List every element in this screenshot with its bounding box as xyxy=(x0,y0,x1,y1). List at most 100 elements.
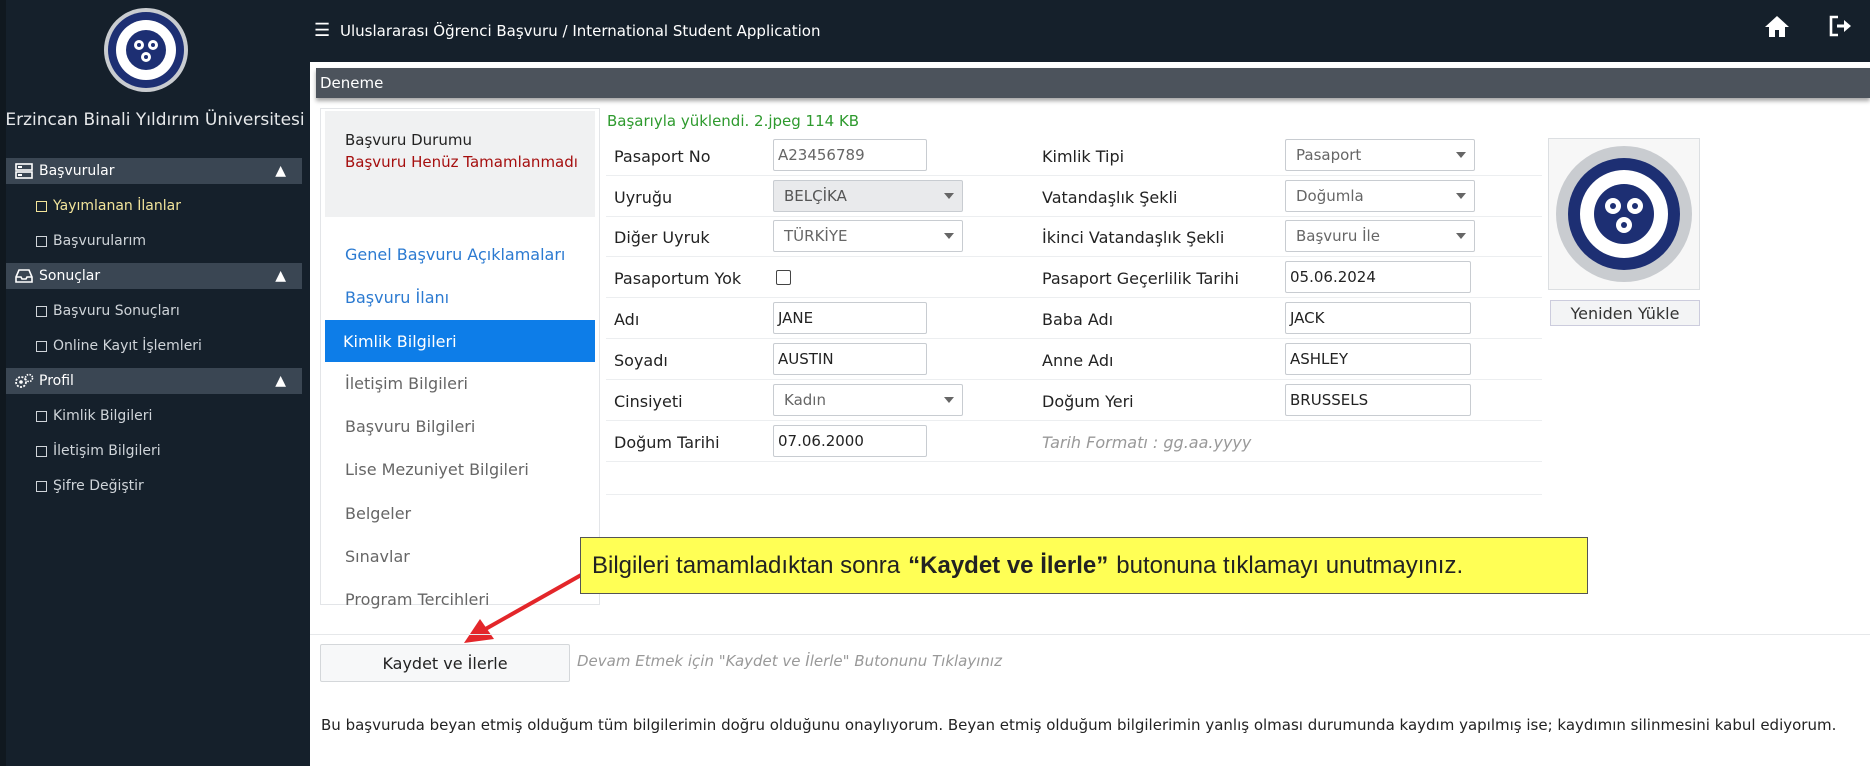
step-genel-basvuru-aciklamalari[interactable]: Genel Başvuru Açıklamaları xyxy=(325,233,595,275)
field-label: Pasaport No xyxy=(614,147,711,166)
sidebar-item-label: Online Kayıt İşlemleri xyxy=(53,338,202,354)
field-label: Anne Adı xyxy=(1042,351,1114,370)
form-row: Diğer Uyruk TÜRKİYE İkinci Vatandaşlık Ş… xyxy=(606,216,1542,257)
gender-select[interactable]: Kadın xyxy=(773,384,963,416)
section-header: Deneme xyxy=(316,68,1870,98)
square-icon xyxy=(36,445,47,457)
form-row: Uyruğu BELÇİKA Vatandaşlık Şekli Doğumla xyxy=(606,176,1542,217)
logout-icon[interactable] xyxy=(1828,14,1854,43)
citizenship-type-select[interactable]: Doğumla xyxy=(1285,180,1475,212)
sidebar-section-label: Profil xyxy=(39,373,74,389)
sidebar-item-label: İletişim Bilgileri xyxy=(53,443,161,459)
sidebar-section-sonuclar[interactable]: Sonuçlar ▲ xyxy=(6,263,302,289)
sidebar: Erzincan Binali Yıldırım Üniversitesi Ba… xyxy=(0,0,310,766)
field-label: Baba Adı xyxy=(1042,310,1114,329)
sidebar-section-label: Sonuçlar xyxy=(39,268,101,284)
application-steps-nav: Başvuru Durumu Başvuru Henüz Tamamlanmad… xyxy=(320,108,600,609)
sidebar-section-label: Başvurular xyxy=(39,163,115,179)
seal-icon xyxy=(108,12,184,88)
sidebar-item-basvuru-sonuclari[interactable]: Başvuru Sonuçları xyxy=(6,298,302,324)
other-nationality-select[interactable]: TÜRKİYE xyxy=(773,220,963,252)
no-passport-checkbox[interactable] xyxy=(776,270,791,285)
step-belgeler[interactable]: Belgeler xyxy=(325,492,595,534)
field-label: Uyruğu xyxy=(614,188,673,207)
square-icon xyxy=(36,200,47,212)
mother-name-input[interactable]: ASHLEY xyxy=(1285,343,1471,375)
step-iletisim-bilgileri[interactable]: İletişim Bilgileri xyxy=(325,362,595,404)
arrow-icon xyxy=(464,568,591,643)
square-icon xyxy=(36,305,47,317)
caret-down-icon xyxy=(944,397,954,403)
university-logo[interactable] xyxy=(104,8,188,92)
home-icon[interactable] xyxy=(1764,14,1790,43)
nationality-select[interactable]: BELÇİKA xyxy=(773,180,963,212)
application-status: Başvuru Durumu Başvuru Henüz Tamamlanmad… xyxy=(325,111,595,217)
callout-bold-text: “Kaydet ve İlerle” xyxy=(908,551,1109,579)
form-row: Pasaport No A23456789 Kimlik Tipi Pasapo… xyxy=(606,135,1542,176)
field-label: Vatandaşlık Şekli xyxy=(1042,188,1178,207)
sidebar-item-online-kayit[interactable]: Online Kayıt İşlemleri xyxy=(6,333,302,359)
passport-number-input[interactable]: A23456789 xyxy=(773,139,927,171)
seal-icon xyxy=(1556,146,1692,282)
select-value: Kadın xyxy=(784,391,826,409)
form-row: Doğum Tarihi 07.06.2000 Tarih Formatı : … xyxy=(606,421,1542,462)
sidebar-item-label: Yayımlanan İlanlar xyxy=(53,198,181,214)
profile-photo[interactable] xyxy=(1548,138,1700,290)
form-row: Soyadı AUSTIN Anne Adı ASHLEY xyxy=(606,339,1542,380)
status-label: Başvuru Durumu xyxy=(345,131,472,149)
birth-place-input[interactable]: BRUSSELS xyxy=(1285,384,1471,416)
father-name-input[interactable]: JACK xyxy=(1285,302,1471,334)
form-row-empty xyxy=(606,462,1542,495)
sidebar-item-label: Başvurularım xyxy=(53,233,147,249)
chevron-up-icon[interactable]: ▲ xyxy=(275,373,286,389)
sidebar-item-iletisim-bilgileri[interactable]: İletişim Bilgileri xyxy=(6,438,302,464)
square-icon xyxy=(36,235,47,247)
select-value: TÜRKİYE xyxy=(784,227,848,245)
caret-down-icon xyxy=(1456,193,1466,199)
caret-down-icon xyxy=(944,193,954,199)
sidebar-menu: Başvurular ▲ Yayımlanan İlanlar Başvurul… xyxy=(6,158,302,508)
topbar: ☰ Uluslararası Öğrenci Başvuru / Interna… xyxy=(310,0,1870,62)
field-label: Doğum Yeri xyxy=(1042,392,1134,411)
sidebar-item-kimlik-bilgileri[interactable]: Kimlik Bilgileri xyxy=(6,403,302,429)
chevron-up-icon[interactable]: ▲ xyxy=(275,268,286,284)
field-label: İkinci Vatandaşlık Şekli xyxy=(1042,228,1225,247)
declaration-text: Bu başvuruda beyan etmiş olduğum tüm bil… xyxy=(321,716,1837,734)
field-label: Doğum Tarihi xyxy=(614,433,720,452)
first-name-input[interactable]: JANE xyxy=(773,302,927,334)
reupload-photo-button[interactable]: Yeniden Yükle xyxy=(1550,300,1700,326)
square-icon xyxy=(36,410,47,422)
last-name-input[interactable]: AUSTIN xyxy=(773,343,927,375)
sidebar-section-basvurular[interactable]: Başvurular ▲ xyxy=(6,158,302,184)
form-row: Pasaportum Yok Pasaport Geçerlilik Tarih… xyxy=(606,257,1542,298)
chevron-up-icon[interactable]: ▲ xyxy=(275,163,286,179)
second-citizenship-type-select[interactable]: Başvuru İle xyxy=(1285,220,1475,252)
step-basvuru-bilgileri[interactable]: Başvuru Bilgileri xyxy=(325,405,595,447)
brand-name: Erzincan Binali Yıldırım Üniversitesi xyxy=(5,110,305,130)
select-value: Doğumla xyxy=(1296,187,1364,205)
step-lise-mezuniyet-bilgileri[interactable]: Lise Mezuniyet Bilgileri xyxy=(325,448,595,490)
passport-expiry-input[interactable]: 05.06.2024 xyxy=(1285,261,1471,293)
sidebar-item-yayimlanan-ilanlar[interactable]: Yayımlanan İlanlar xyxy=(6,193,302,219)
sidebar-item-sifre-degistir[interactable]: Şifre Değiştir xyxy=(6,473,302,499)
id-type-select[interactable]: Pasaport xyxy=(1285,139,1475,171)
save-and-continue-button[interactable]: Kaydet ve İlerle xyxy=(320,644,570,682)
sidebar-item-label: Başvuru Sonuçları xyxy=(53,303,180,319)
sidebar-item-basvurularim[interactable]: Başvurularım xyxy=(6,228,302,254)
field-label: Diğer Uyruk xyxy=(614,228,710,247)
birth-date-input[interactable]: 07.06.2000 xyxy=(773,425,927,457)
select-value: Pasaport xyxy=(1296,146,1362,164)
divider xyxy=(310,634,1870,635)
field-label: Pasaport Geçerlilik Tarihi xyxy=(1042,269,1239,288)
form-row: Cinsiyeti Kadın Doğum Yeri BRUSSELS xyxy=(606,380,1542,421)
caret-down-icon xyxy=(944,233,954,239)
date-format-hint: Tarih Formatı : gg.aa.yyyy xyxy=(1042,433,1252,452)
step-kimlik-bilgileri[interactable]: Kimlik Bilgileri xyxy=(325,320,595,362)
hamburger-menu-icon[interactable]: ☰ xyxy=(314,20,330,41)
sidebar-section-profil[interactable]: Profil ▲ xyxy=(6,368,302,394)
callout-text: butonuna tıklamayı unutmayınız. xyxy=(1116,551,1464,579)
step-basvuru-ilani[interactable]: Başvuru İlanı xyxy=(325,276,595,318)
form-row: Adı JANE Baba Adı JACK xyxy=(606,298,1542,339)
continue-hint: Devam Etmek için "Kaydet ve İlerle" Buto… xyxy=(577,652,1002,670)
select-value: BELÇİKA xyxy=(784,187,847,205)
